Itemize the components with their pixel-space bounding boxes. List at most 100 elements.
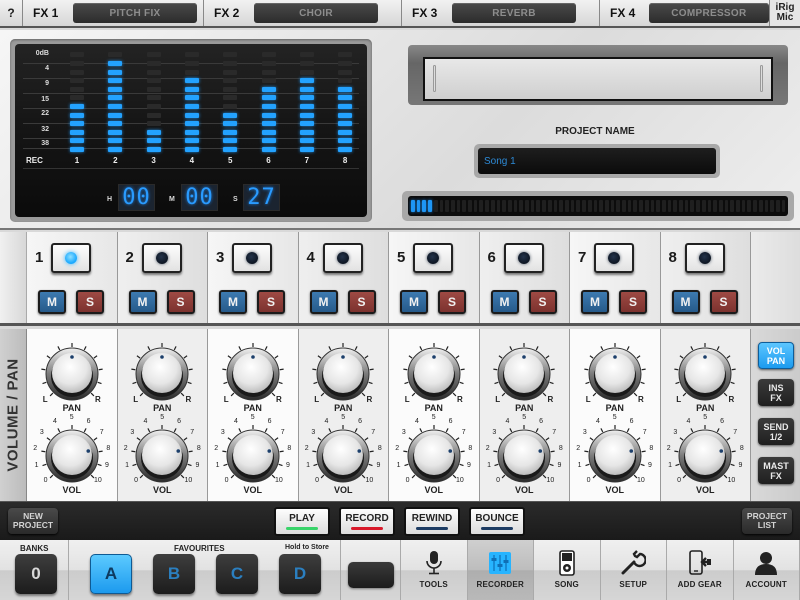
- meter-segment: [338, 104, 353, 109]
- record-arm-button[interactable]: [51, 243, 91, 273]
- pan-left-label: L: [314, 395, 320, 404]
- mixer-channel-6: L R PAN 0 1 2 3 4 5 6 7 8 9 10 VOL: [479, 329, 570, 501]
- record-arm-button[interactable]: [503, 243, 544, 273]
- device-button[interactable]: iRig Mic: [770, 0, 800, 26]
- record-button[interactable]: RECORD: [339, 507, 395, 536]
- pan-knob[interactable]: L R PAN: [306, 337, 380, 413]
- volume-knob[interactable]: 0 1 2 3 4 5 6 7 8 9 10 VOL: [486, 414, 563, 495]
- record-arm-button[interactable]: [141, 243, 182, 273]
- solo-button[interactable]: S: [347, 290, 376, 314]
- nav-account[interactable]: ACCOUNT: [734, 540, 800, 600]
- pan-knob[interactable]: L R PAN: [487, 337, 561, 413]
- fx-4-effect-button[interactable]: COMPRESSOR: [648, 3, 769, 23]
- nav-label: ACCOUNT: [745, 580, 787, 589]
- record-arm-button[interactable]: [684, 243, 725, 273]
- song-position-bar[interactable]: [408, 196, 788, 216]
- solo-button[interactable]: S: [166, 290, 195, 314]
- mute-button[interactable]: M: [219, 290, 247, 314]
- nav-setup[interactable]: SETUP: [601, 540, 667, 600]
- pan-knob[interactable]: L R PAN: [578, 337, 652, 413]
- volume-scale-label: 7: [99, 429, 104, 437]
- pan-knob[interactable]: L R PAN: [668, 337, 742, 413]
- rewind-button[interactable]: REWIND: [404, 507, 460, 536]
- fx-2-effect-button[interactable]: CHOIR: [254, 3, 378, 23]
- solo-button[interactable]: S: [619, 290, 647, 314]
- mute-button[interactable]: M: [128, 290, 157, 314]
- volume-scale-label: 7: [190, 429, 195, 437]
- fx-3-effect-button[interactable]: REVERB: [452, 3, 576, 23]
- solo-button[interactable]: S: [528, 290, 557, 314]
- volume-knob[interactable]: 0 1 2 3 4 5 6 7 8 9 10 VOL: [33, 414, 110, 495]
- meter-segment: [261, 121, 276, 127]
- record-arm-button[interactable]: [413, 243, 453, 273]
- volume-scale-label: 10: [456, 477, 464, 485]
- volume-knob[interactable]: 0 1 2 3 4 5 6 7 8 9 10 VOL: [124, 414, 201, 495]
- record-arm-button[interactable]: [232, 243, 272, 273]
- send-1-2-view-button[interactable]: SEND 1/2: [758, 418, 794, 445]
- vol-pan-view-button[interactable]: VOL PAN: [758, 342, 794, 369]
- volume-knob[interactable]: 0 1 2 3 4 5 6 7 8 9 10 VOL: [667, 414, 744, 495]
- solo-button[interactable]: S: [76, 290, 104, 314]
- meter-segment: [223, 121, 238, 127]
- mute-button[interactable]: M: [581, 290, 609, 314]
- button-line1: VOL: [766, 345, 786, 356]
- nav-song[interactable]: SONG: [534, 540, 601, 600]
- help-button[interactable]: ?: [0, 0, 23, 26]
- channel-number: 6: [487, 249, 496, 266]
- pan-knob[interactable]: L R PAN: [216, 337, 290, 413]
- project-list-line2: LIST: [757, 520, 777, 530]
- solo-button[interactable]: S: [438, 290, 466, 314]
- volume-scale-label: 3: [311, 429, 316, 437]
- channel-3-controls: 3 MS: [208, 232, 299, 323]
- slot-nub-right: [760, 65, 763, 92]
- ins-fx-view-button[interactable]: INS FX: [758, 379, 794, 406]
- mute-button[interactable]: M: [490, 290, 519, 314]
- mute-button[interactable]: M: [671, 290, 700, 314]
- pan-knob[interactable]: L R PAN: [397, 337, 471, 413]
- project-list-button[interactable]: PROJECT LIST: [742, 508, 792, 534]
- mast-fx-view-button[interactable]: MAST FX: [758, 457, 794, 484]
- meter-channel-label: 6: [266, 156, 271, 165]
- new-project-button[interactable]: NEW PROJECT: [8, 508, 58, 534]
- play-button[interactable]: PLAY: [274, 507, 330, 536]
- record-arm-button[interactable]: [594, 243, 634, 273]
- volume-knob[interactable]: 0 1 2 3 4 5 6 7 8 9 10 VOL: [576, 414, 653, 495]
- db-scale-label: 9: [45, 80, 49, 87]
- volume-knob[interactable]: 0 1 2 3 4 5 6 7 8 9 10 VOL: [305, 414, 382, 495]
- level-meter-frame: REC H 00 M 00 S 27 0dB 4 9 15 22 32 38 1 2 3 4 5 6 7 8: [10, 39, 372, 222]
- meter-segment: [108, 112, 123, 118]
- favourite-a-button[interactable]: A: [90, 554, 132, 594]
- volume-scale-label: 8: [739, 445, 744, 453]
- solo-button[interactable]: S: [709, 290, 738, 314]
- mute-button[interactable]: M: [309, 290, 338, 314]
- project-name-field[interactable]: Song 1: [478, 148, 716, 174]
- mute-button[interactable]: M: [38, 290, 66, 314]
- position-segment: [416, 200, 421, 212]
- position-segment: [536, 200, 541, 212]
- solo-button[interactable]: S: [257, 290, 285, 314]
- volume-scale-label: 7: [280, 429, 285, 437]
- bank-selector-button[interactable]: 0: [15, 554, 57, 594]
- meter-segment: [70, 61, 84, 66]
- mute-button[interactable]: M: [400, 290, 428, 314]
- favourite-b-button[interactable]: B: [153, 554, 195, 594]
- record-arm-button[interactable]: [322, 243, 363, 273]
- meter-segment: [108, 69, 123, 75]
- fx-1-effect-button[interactable]: PITCH FIX: [73, 3, 197, 23]
- minutes-label: M: [169, 196, 175, 203]
- bounce-button[interactable]: BOUNCE: [469, 507, 525, 536]
- nav-add-gear[interactable]: ADD GEAR: [667, 540, 734, 600]
- volume-knob[interactable]: 0 1 2 3 4 5 6 7 8 9 10 VOL: [395, 414, 472, 495]
- empty-slot-button[interactable]: [348, 562, 394, 588]
- meter-segment: [184, 129, 199, 135]
- favourite-c-button[interactable]: C: [216, 554, 258, 594]
- nav-tools[interactable]: TOOLS: [401, 540, 468, 600]
- volume-knob[interactable]: 0 1 2 3 4 5 6 7 8 9 10 VOL: [214, 414, 291, 495]
- position-segment: [661, 200, 666, 212]
- pan-knob[interactable]: L R PAN: [35, 337, 109, 413]
- channel-number: 4: [306, 249, 315, 266]
- nav-recorder[interactable]: RECORDER: [467, 540, 534, 600]
- favourite-d-button[interactable]: D: [279, 554, 321, 594]
- meter-channel-label: 2: [113, 156, 118, 165]
- pan-knob[interactable]: L R PAN: [125, 337, 199, 413]
